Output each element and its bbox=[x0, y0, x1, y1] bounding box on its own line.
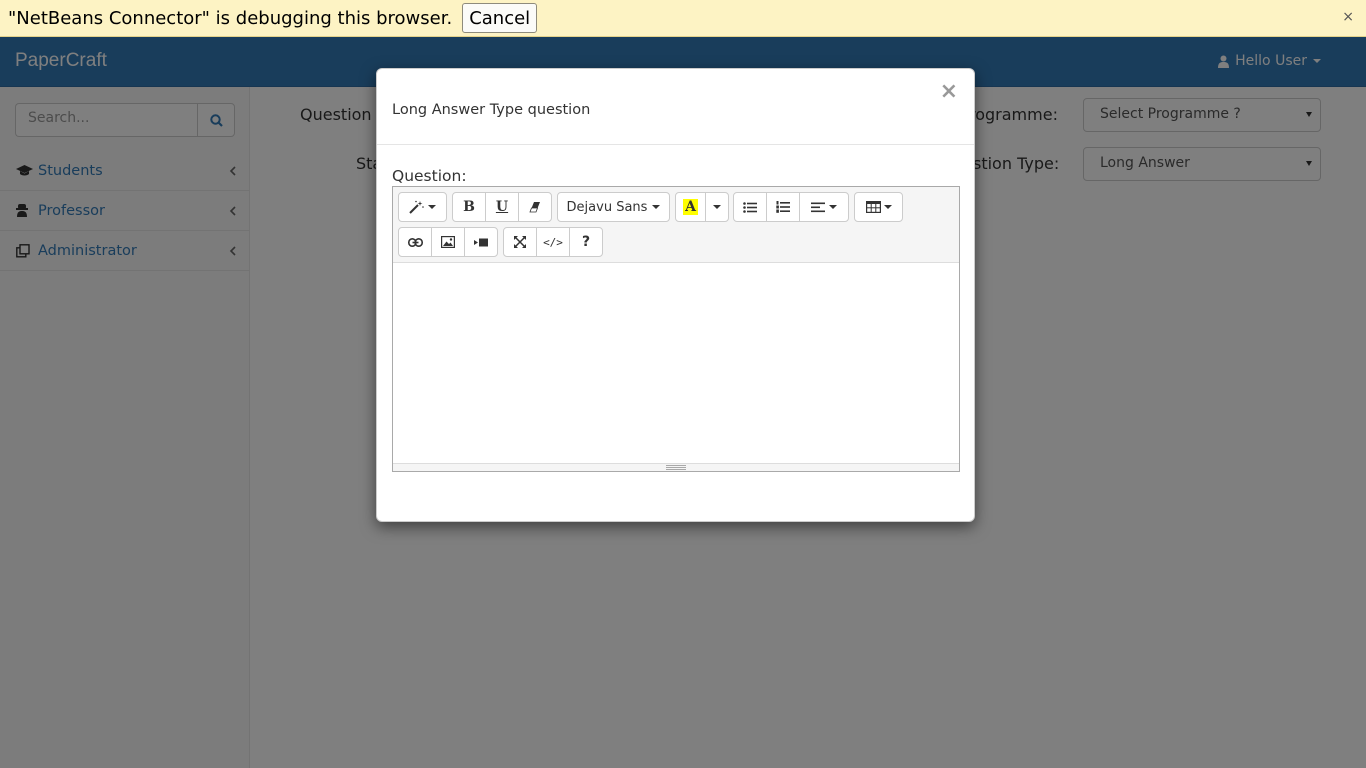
close-icon[interactable]: × bbox=[940, 79, 958, 104]
expand-icon bbox=[514, 236, 526, 248]
eraser-icon bbox=[529, 202, 540, 213]
highlight-color-button[interactable]: A bbox=[675, 192, 706, 222]
video-icon bbox=[474, 238, 488, 246]
link-icon bbox=[407, 237, 423, 247]
font-family-dropdown[interactable]: Dejavu Sans bbox=[557, 192, 670, 222]
table-dropdown-button[interactable] bbox=[854, 192, 903, 222]
insert-link-button[interactable] bbox=[398, 227, 432, 257]
insert-video-button[interactable] bbox=[464, 227, 498, 257]
underline-button[interactable]: U bbox=[485, 192, 519, 222]
magic-wand-icon bbox=[409, 200, 424, 214]
question-label: Question: bbox=[392, 167, 467, 185]
insert-picture-button[interactable] bbox=[431, 227, 465, 257]
long-answer-modal: Long Answer Type question × Question: B … bbox=[376, 68, 975, 522]
table-icon bbox=[865, 201, 881, 213]
modal-header: Long Answer Type question × bbox=[377, 69, 974, 145]
chevron-down-icon bbox=[428, 205, 436, 209]
align-left-icon bbox=[811, 202, 825, 212]
rich-text-editor: B U Dejavu Sans A </> ? bbox=[392, 186, 960, 472]
ordered-list-button[interactable] bbox=[766, 192, 800, 222]
color-dropdown-button[interactable] bbox=[705, 192, 729, 222]
chevron-down-icon bbox=[829, 205, 837, 209]
editor-resize-bar[interactable] bbox=[393, 463, 959, 471]
style-dropdown-button[interactable] bbox=[398, 192, 447, 222]
close-debug-bar-icon[interactable]: × bbox=[1342, 9, 1354, 25]
picture-icon bbox=[441, 236, 455, 248]
unordered-list-button[interactable] bbox=[733, 192, 767, 222]
cancel-debug-button[interactable]: Cancel bbox=[462, 3, 538, 33]
chevron-down-icon bbox=[713, 205, 721, 209]
question-editor-area[interactable] bbox=[393, 263, 959, 463]
editor-toolbar: B U Dejavu Sans A </> ? bbox=[393, 187, 959, 263]
highlight-letter: A bbox=[683, 199, 698, 215]
list-ol-icon bbox=[776, 201, 790, 213]
chevron-down-icon bbox=[652, 205, 661, 209]
debug-notification-bar: "NetBeans Connector" is debugging this b… bbox=[0, 0, 1366, 37]
bold-button[interactable]: B bbox=[452, 192, 486, 222]
code-view-button[interactable]: </> bbox=[536, 227, 570, 257]
paragraph-align-dropdown[interactable] bbox=[799, 192, 849, 222]
modal-title: Long Answer Type question bbox=[392, 102, 591, 118]
help-button[interactable]: ? bbox=[569, 227, 603, 257]
fullscreen-button[interactable] bbox=[503, 227, 537, 257]
debug-message: "NetBeans Connector" is debugging this b… bbox=[8, 7, 453, 29]
chevron-down-icon bbox=[883, 205, 892, 209]
font-family-value: Dejavu Sans bbox=[566, 199, 648, 215]
resize-grip-icon[interactable] bbox=[666, 465, 686, 470]
list-ul-icon bbox=[743, 201, 757, 213]
clear-format-button[interactable] bbox=[518, 192, 552, 222]
